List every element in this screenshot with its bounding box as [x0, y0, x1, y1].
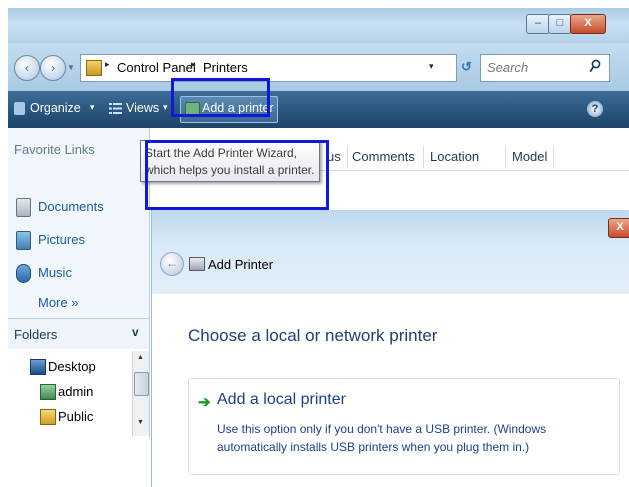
- wizard-body: Choose a local or network printer ➔ Add …: [151, 294, 629, 487]
- user-folder-icon: [40, 384, 56, 400]
- column-divider[interactable]: [553, 146, 554, 168]
- command-toolbar: Organize ▾ Views ▾ Add a printer ?: [8, 91, 629, 128]
- column-header-model[interactable]: Model: [512, 149, 547, 164]
- favorite-links-title: Favorite Links: [14, 142, 95, 157]
- add-printer-wizard-window: X ← Add Printer Choose a local or networ…: [151, 210, 629, 487]
- minimize-button[interactable]: –: [526, 14, 550, 34]
- back-button[interactable]: ‹: [14, 55, 40, 81]
- views-button[interactable]: Views: [126, 101, 159, 115]
- organize-icon: [14, 102, 25, 115]
- column-header-location[interactable]: Location: [430, 149, 479, 164]
- sidebar-item-music[interactable]: Music: [38, 265, 72, 280]
- chevron-down-icon[interactable]: v: [132, 325, 139, 339]
- tree-item-desktop[interactable]: Desktop: [48, 359, 96, 374]
- folders-title: Folders: [14, 327, 58, 342]
- wizard-title-bar: X ← Add Printer: [151, 210, 629, 294]
- sidebar-item-documents[interactable]: Documents: [38, 199, 104, 214]
- folder-tree: Desktop admin Public ▲ ▼: [8, 349, 149, 438]
- folder-icon: [40, 409, 56, 425]
- close-button[interactable]: X: [570, 14, 606, 34]
- add-local-printer-option[interactable]: ➔ Add a local printer Use this option on…: [188, 378, 620, 475]
- tooltip-highlight: [145, 140, 329, 210]
- wizard-heading: Choose a local or network printer: [188, 326, 438, 345]
- breadcrumb-separator[interactable]: ▸: [105, 59, 110, 70]
- recent-pages-dropdown[interactable]: ▼: [67, 63, 75, 72]
- desktop-icon: [30, 359, 46, 375]
- wizard-close-button[interactable]: X: [608, 218, 629, 238]
- breadcrumb-control-panel[interactable]: Control Panel: [117, 60, 196, 75]
- green-arrow-icon: ➔: [198, 394, 211, 411]
- printer-icon: [189, 257, 205, 271]
- address-bar-area: ‹ › ▼ ▸ Control Panel ▸ Printers ▾ ↺ Sea…: [8, 43, 629, 91]
- documents-icon: [16, 198, 31, 217]
- search-input[interactable]: Search: [480, 54, 610, 82]
- views-icon: [109, 103, 122, 114]
- column-header-status[interactable]: us: [327, 149, 341, 164]
- column-divider[interactable]: [505, 146, 506, 168]
- more-links-button[interactable]: More »: [38, 295, 78, 310]
- column-divider[interactable]: [347, 146, 348, 168]
- add-printer-highlight: [171, 78, 270, 117]
- title-bar: – □ X: [8, 8, 629, 43]
- address-dropdown-icon[interactable]: ▾: [429, 61, 434, 72]
- forward-button[interactable]: ›: [40, 55, 66, 81]
- add-local-printer-link[interactable]: Add a local printer: [217, 391, 346, 409]
- music-icon: [16, 264, 31, 283]
- refresh-icon[interactable]: ↺: [461, 59, 472, 75]
- tree-item-admin[interactable]: admin: [58, 384, 93, 399]
- breadcrumb-separator[interactable]: ▸: [191, 59, 196, 70]
- scrollbar-thumb[interactable]: [134, 372, 149, 396]
- breadcrumb-printers[interactable]: Printers: [203, 60, 248, 75]
- folders-header[interactable]: Folders v: [8, 318, 149, 350]
- pictures-icon: [16, 231, 31, 250]
- search-placeholder: Search: [487, 60, 529, 75]
- organize-button[interactable]: Organize: [30, 101, 81, 115]
- scroll-up-icon[interactable]: ▲: [137, 354, 144, 361]
- wizard-title: Add Printer: [208, 257, 274, 272]
- organize-caret-icon[interactable]: ▾: [90, 102, 95, 113]
- maximize-button[interactable]: □: [548, 14, 572, 34]
- folder-tree-scrollbar[interactable]: ▲ ▼: [132, 351, 149, 436]
- scroll-down-icon[interactable]: ▼: [137, 419, 144, 426]
- views-caret-icon[interactable]: ▾: [163, 102, 168, 113]
- wizard-back-button[interactable]: ←: [160, 252, 184, 276]
- control-panel-icon: [86, 60, 102, 76]
- navigation-pane: Favorite Links Documents Pictures Music …: [8, 128, 150, 438]
- column-divider[interactable]: [423, 146, 424, 168]
- column-header-comments[interactable]: Comments: [352, 149, 415, 164]
- search-icon[interactable]: [589, 59, 601, 73]
- sidebar-item-pictures[interactable]: Pictures: [38, 232, 85, 247]
- tree-item-public[interactable]: Public: [58, 409, 93, 424]
- help-icon[interactable]: ?: [587, 101, 603, 117]
- add-local-printer-description: Use this option only if you don't have a…: [217, 422, 547, 454]
